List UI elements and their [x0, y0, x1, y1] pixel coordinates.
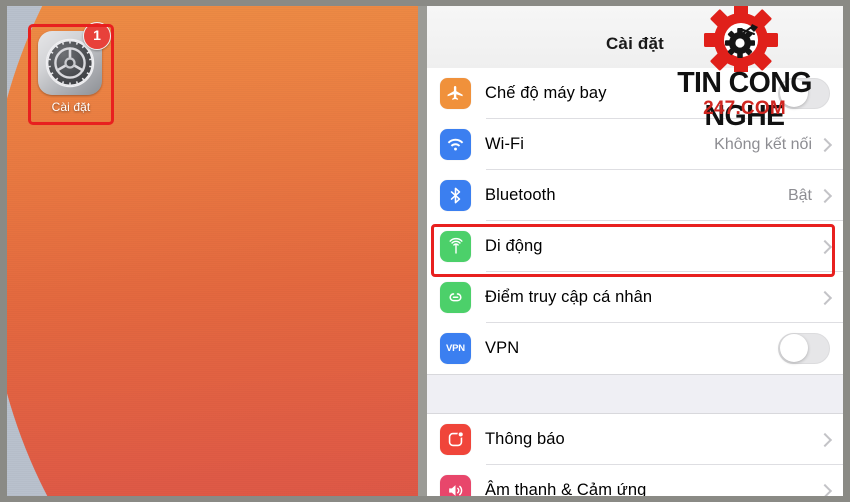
row-accessory: Không kết nối [714, 136, 843, 154]
row-label: Di động [485, 237, 543, 255]
row-value: Không kết nối [714, 135, 812, 153]
chevron-right-icon [817, 188, 833, 203]
settings-group-notifications: Thông báo Âm thanh & Cảm ứng [427, 414, 843, 496]
row-wifi[interactable]: Wi-Fi Không kết nối [427, 119, 843, 170]
row-sounds-haptics[interactable]: Âm thanh & Cảm ứng [427, 465, 843, 496]
airplane-mode-toggle[interactable] [778, 78, 830, 109]
row-accessory [817, 432, 843, 447]
settings-pane: Cài đặt Chế độ máy bay Wi-Fi Không kết n… [427, 6, 843, 496]
row-accessory: Bật [788, 187, 843, 205]
row-label: Chế độ máy bay [485, 84, 607, 102]
row-personal-hotspot[interactable]: Điểm truy cập cá nhân [427, 272, 843, 323]
settings-group-connectivity: Chế độ máy bay Wi-Fi Không kết nối Bluet… [427, 68, 843, 374]
chevron-right-icon [817, 239, 833, 254]
row-label: Thông báo [485, 430, 565, 448]
row-notifications[interactable]: Thông báo [427, 414, 843, 465]
row-accessory [778, 78, 843, 109]
airplane-icon [440, 78, 471, 109]
row-accessory [817, 239, 843, 254]
group-spacer [427, 374, 843, 414]
chevron-right-icon [817, 432, 833, 447]
settings-list: Chế độ máy bay Wi-Fi Không kết nối Bluet… [427, 68, 843, 496]
panel-divider [418, 6, 427, 496]
page-title: Cài đặt [605, 34, 665, 53]
row-value: Bật [787, 186, 812, 204]
nav-bar: Cài đặt [427, 6, 843, 69]
row-label: Bluetooth [485, 186, 556, 204]
settings-app-highlight-box [28, 24, 114, 125]
chevron-right-icon [817, 290, 833, 305]
screenshot-root: 1 Cài đặt Cài đặt Chế độ máy bay Wi-Fi K… [0, 0, 850, 502]
row-accessory [817, 290, 843, 305]
row-accessory [778, 333, 843, 364]
row-cellular[interactable]: Di động [427, 221, 843, 272]
chevron-right-icon [817, 483, 833, 496]
row-bluetooth[interactable]: Bluetooth Bật [427, 170, 843, 221]
sounds-haptics-icon [440, 475, 471, 496]
vpn-toggle[interactable] [778, 333, 830, 364]
home-screen: 1 Cài đặt [7, 6, 418, 496]
row-airplane-mode[interactable]: Chế độ máy bay [427, 68, 843, 119]
vpn-icon: VPN [440, 333, 471, 364]
hotspot-icon [440, 282, 471, 313]
wifi-icon [440, 129, 471, 160]
row-accessory [817, 483, 843, 496]
notifications-icon [440, 424, 471, 455]
cellular-icon [440, 231, 471, 262]
chevron-right-icon [817, 137, 833, 152]
row-label: Âm thanh & Cảm ứng [485, 481, 647, 496]
row-label: Wi-Fi [485, 135, 524, 153]
bluetooth-icon [440, 180, 471, 211]
row-label: Điểm truy cập cá nhân [485, 288, 653, 306]
row-vpn[interactable]: VPN VPN [427, 323, 843, 374]
row-label: VPN [485, 339, 520, 357]
toggle-knob [780, 334, 808, 362]
toggle-knob [780, 79, 808, 107]
